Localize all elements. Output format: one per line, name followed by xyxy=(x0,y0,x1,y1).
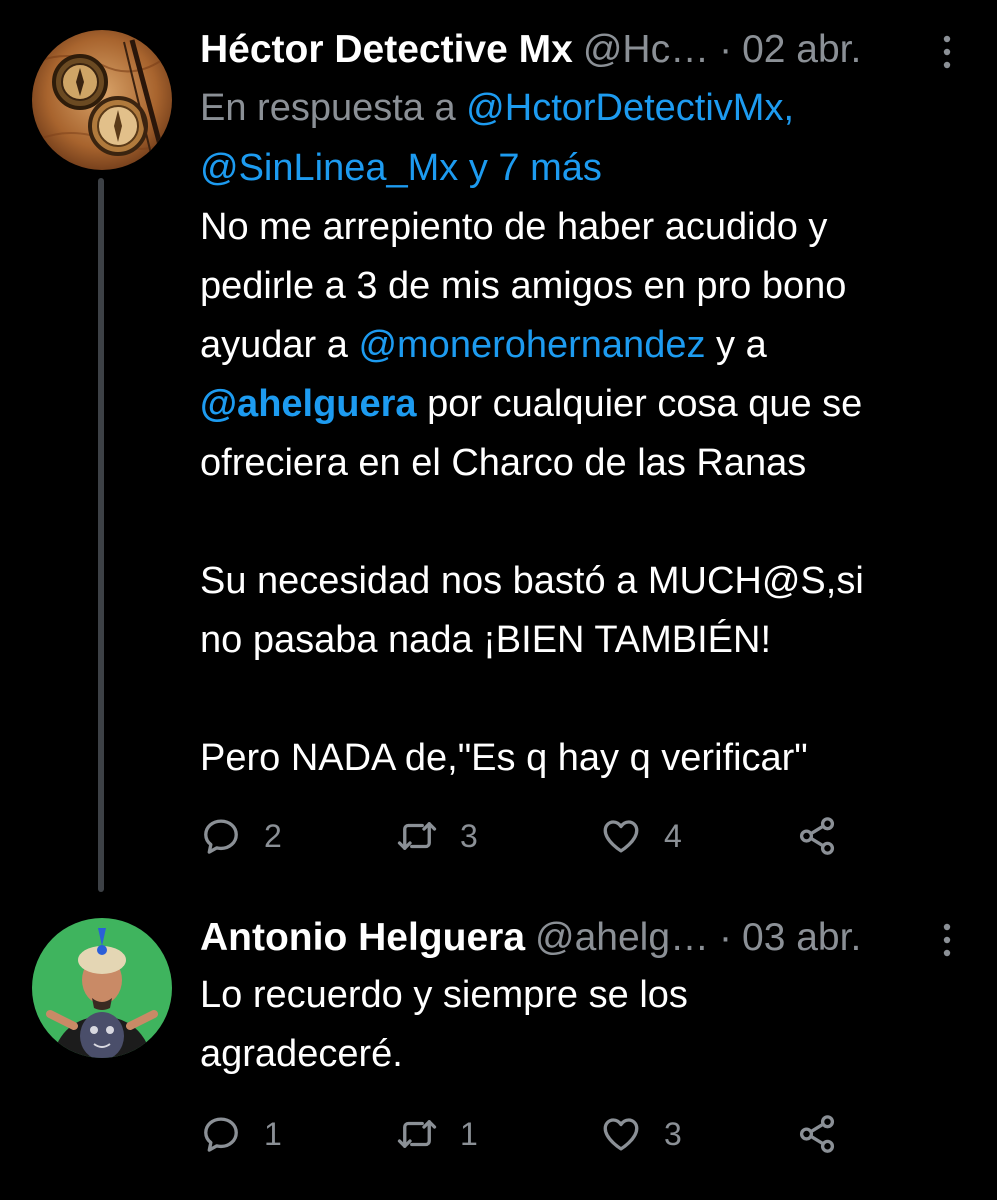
tweet-actions: 2 3 4 xyxy=(200,806,860,866)
text-fragment: y a xyxy=(716,324,767,366)
reply-count: 2 xyxy=(264,817,282,854)
mention-monerohernandez[interactable]: @monerohernandez xyxy=(358,324,705,366)
retweet-button[interactable]: 3 xyxy=(396,806,478,866)
tweet-content: Héctor Detective Mx @Hc… · 02 abr. En re… xyxy=(200,22,957,788)
like-count: 4 xyxy=(664,817,682,854)
share-icon xyxy=(799,817,835,855)
reply-icon xyxy=(204,1117,238,1152)
share-icon xyxy=(799,1115,835,1153)
reply-button[interactable]: 2 xyxy=(200,806,282,866)
retweet-button[interactable]: 1 xyxy=(396,1104,478,1164)
author-handle[interactable]: @Hc… xyxy=(583,28,709,72)
tweet-date[interactable]: 03 abr. xyxy=(742,916,861,960)
separator-dot: · xyxy=(719,916,733,959)
reply-mention-first[interactable]: @HctorDetectivMx, xyxy=(466,87,794,129)
retweet-count: 3 xyxy=(460,817,478,854)
antique-compass-avatar-image xyxy=(32,30,172,170)
author-handle[interactable]: @ahelg… xyxy=(535,916,709,960)
author-name[interactable]: Héctor Detective Mx xyxy=(200,28,573,72)
reply-prefix: En respuesta a xyxy=(200,87,456,129)
retweet-icon xyxy=(397,822,437,850)
thread-line xyxy=(98,178,104,892)
text-line: ofreciera en el Charco de las Ranas xyxy=(200,442,807,484)
retweet-icon xyxy=(397,1120,437,1148)
tweet-text: No me arrepiento de haber acudido y pedi… xyxy=(200,198,957,788)
text-line: pedirle a 3 de mis amigos en pro bono xyxy=(200,265,847,307)
retweet-count: 1 xyxy=(460,1115,478,1152)
text-line: No me arrepiento de haber acudido y xyxy=(200,206,828,248)
text-fragment: por cualquier cosa que se xyxy=(427,383,863,425)
tweet-header: Antonio Helguera @ahelg… · 03 abr. xyxy=(200,910,957,966)
share-button[interactable] xyxy=(796,806,838,866)
text-fragment: ayudar a xyxy=(200,324,348,366)
tweet-date[interactable]: 02 abr. xyxy=(742,28,861,72)
separator-dot: · xyxy=(719,28,733,71)
like-button[interactable]: 3 xyxy=(600,1104,682,1164)
tweet-hector[interactable]: Héctor Detective Mx @Hc… · 02 abr. En re… xyxy=(0,0,997,892)
tweet-text: Lo recuerdo y siempre se los agradeceré. xyxy=(200,966,957,1084)
text-line: ayudar a @monerohernandez y a xyxy=(200,316,957,375)
reply-count: 1 xyxy=(264,1115,282,1152)
more-vertical-icon[interactable] xyxy=(937,34,957,70)
tweet-content: Antonio Helguera @ahelg… · 03 abr. Lo re… xyxy=(200,910,957,1084)
tweet-header: Héctor Detective Mx @Hc… · 02 abr. xyxy=(200,22,957,78)
man-with-turban-holding-mask-avatar-image xyxy=(32,918,172,1058)
heart-icon xyxy=(603,820,639,853)
text-line: no pasaba nada ¡BIEN TAMBIÉN! xyxy=(200,619,772,661)
more-vertical-icon[interactable] xyxy=(937,922,957,958)
reply-icon xyxy=(204,819,238,854)
share-button[interactable] xyxy=(796,1104,838,1164)
reply-mention-more[interactable]: @SinLinea_Mx y 7 más xyxy=(200,147,602,189)
like-count: 3 xyxy=(664,1115,682,1152)
text-line: Su necesidad nos bastó a MUCH@S,si xyxy=(200,560,864,602)
avatar[interactable] xyxy=(32,918,172,1058)
reply-context: En respuesta a @HctorDetectivMx, @SinLin… xyxy=(200,78,957,198)
heart-icon xyxy=(603,1118,639,1151)
tweet-antonio[interactable]: Antonio Helguera @ahelg… · 03 abr. Lo re… xyxy=(0,880,997,1200)
reply-button[interactable]: 1 xyxy=(200,1104,282,1164)
text-line: Lo recuerdo y siempre se los xyxy=(200,974,688,1016)
tweet-actions: 1 1 3 xyxy=(200,1104,860,1164)
text-line: @ahelguera por cualquier cosa que se xyxy=(200,375,957,434)
like-button[interactable]: 4 xyxy=(600,806,682,866)
avatar[interactable] xyxy=(32,30,172,170)
mention-ahelguera[interactable]: @ahelguera xyxy=(200,383,417,425)
text-line: Pero NADA de,"Es q hay q verificar" xyxy=(200,737,808,779)
text-line: agradeceré. xyxy=(200,1033,403,1075)
author-name[interactable]: Antonio Helguera xyxy=(200,916,525,960)
